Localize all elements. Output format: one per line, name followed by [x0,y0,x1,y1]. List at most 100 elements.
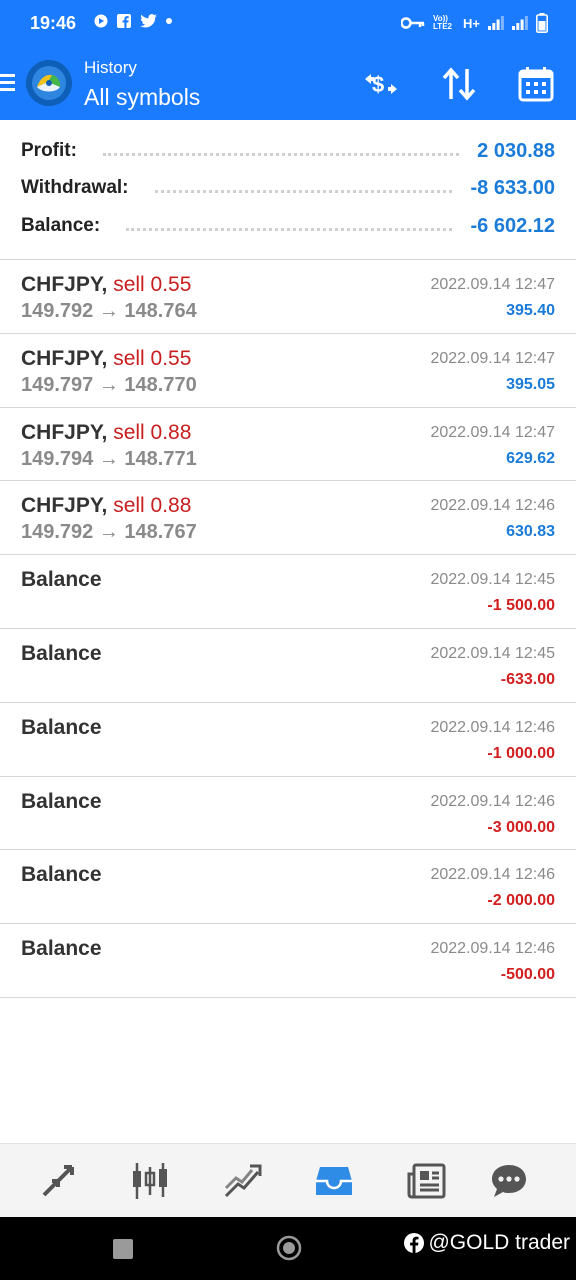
balance-item-label: Balance [21,641,102,665]
nav-history[interactable] [310,1158,358,1204]
deal-prices: 149.794 → 148.771 [21,447,197,470]
balance-item-label: Balance [21,715,102,739]
home-icon[interactable] [276,1235,302,1261]
facebook-icon [117,14,131,28]
balance-item[interactable]: Balance 2022.09.14 12:46 -3 000.00 [0,777,576,851]
lte-indicator: Vo)) LTE2 [433,14,452,31]
deal-prices: 149.792 → 148.764 [21,300,197,322]
deal-date: 2022.09.14 12:46 [430,497,555,515]
chart-icon [133,1163,167,1199]
nav-quotes[interactable] [34,1158,82,1204]
deal-prices: 149.792 → 148.767 [21,521,197,544]
deal-item[interactable]: CHFJPY, sell 0.55 149.797 → 148.770 2022… [0,334,576,408]
balance-item[interactable]: Balance 2022.09.14 12:45 -1 500.00 [0,555,576,629]
balance-item-date: 2022.09.14 12:46 [430,718,555,736]
balance-item[interactable]: Balance 2022.09.14 12:46 -1 000.00 [0,703,576,777]
deal-profit: 630.83 [506,523,555,541]
deal-action: sell 0.88 [113,420,192,444]
balance-item-label: Balance [21,863,102,887]
withdrawal-value: -8 633.00 [470,176,555,199]
history-list: CHFJPY, sell 0.55 149.792 → 148.764 2022… [0,260,576,998]
deal-action: sell 0.55 [113,273,192,296]
withdrawal-label: Withdrawal: [21,177,129,198]
quotes-icon [42,1165,74,1197]
chat-icon [492,1165,526,1197]
balance-label: Balance: [21,215,101,236]
notification-dot-icon [166,18,172,24]
profit-value: 2 030.88 [477,139,555,162]
nav-chart[interactable] [126,1158,174,1204]
deal-date: 2022.09.14 12:47 [430,276,555,293]
header-title[interactable]: All symbols [84,84,200,111]
symbol-name: CHFJPY, [21,420,108,444]
key-icon [401,17,425,29]
balance-item-amount: -633.00 [500,670,555,688]
battery-icon [536,13,548,33]
deal-item[interactable]: CHFJPY, sell 0.88 149.794 → 148.771 2022… [0,408,576,482]
facebook-icon [404,1233,425,1253]
balance-item-date: 2022.09.14 12:46 [430,940,555,958]
deal-symbol: CHFJPY, sell 0.55 [21,273,191,297]
system-icons: Vo)) LTE2 H+ [401,13,548,33]
symbol-name: CHFJPY, [21,346,108,370]
profit-row: Profit: 2 030.88 [21,137,555,165]
dotted-leader [154,183,453,193]
withdrawal-row: Withdrawal: -8 633.00 [21,174,555,202]
watermark: @GOLD trader [404,1231,570,1255]
deal-symbol: CHFJPY, sell 0.55 [21,347,191,371]
dotted-leader [126,221,453,231]
deal-action: sell 0.55 [113,346,192,370]
network-type: H+ [463,15,480,31]
media-icon [94,14,108,28]
balance-item-date: 2022.09.14 12:46 [430,792,555,810]
balance-item-date: 2022.09.14 12:46 [430,866,555,884]
signal-icon [488,16,504,30]
nav-trade[interactable] [218,1158,266,1204]
status-bar: 19:46 Vo)) LTE2 H+ [0,0,576,48]
balance-item[interactable]: Balance 2022.09.14 12:45 -633.00 [0,629,576,703]
balance-item-amount: -2 000.00 [487,892,555,910]
history-summary: Profit: 2 030.88 Withdrawal: -8 633.00 B… [0,120,576,260]
sort-button[interactable] [437,62,481,106]
status-time: 19:46 [30,13,77,33]
deal-item[interactable]: CHFJPY, sell 0.55 149.792 → 148.764 2022… [0,260,576,334]
deal-item[interactable]: CHFJPY, sell 0.88 149.792 → 148.767 2022… [0,481,576,556]
header-subtitle: History [84,58,137,77]
balance-item-amount: -1 500.00 [487,597,555,615]
deal-profit: 395.05 [506,375,555,393]
balance-item-label: Balance [21,789,102,813]
deal-action: sell 0.88 [113,494,192,518]
balance-item-amount: -500.00 [500,966,555,984]
recents-icon[interactable] [113,1239,133,1259]
symbol-name: CHFJPY, [21,273,108,296]
metatrader-logo-icon [26,60,72,106]
nav-news[interactable] [402,1158,450,1204]
currency-exchange-button[interactable]: $ [359,62,403,106]
balance-item[interactable]: Balance 2022.09.14 12:46 -2 000.00 [0,850,576,925]
app-logo [26,60,72,106]
svg-text:$: $ [372,72,384,97]
balance-item-date: 2022.09.14 12:45 [430,571,555,589]
balance-value: -6 602.12 [470,214,555,237]
currency-exchange-icon: $ [365,72,397,97]
calendar-icon [518,67,554,102]
balance-item-label: Balance [21,568,102,592]
deal-profit: 395.40 [506,302,555,319]
calendar-button[interactable] [514,62,558,106]
balance-item-date: 2022.09.14 12:45 [430,644,555,662]
balance-item-amount: -3 000.00 [487,818,555,836]
balance-item[interactable]: Balance 2022.09.14 12:46 -500.00 [0,924,576,998]
watermark-text: @GOLD trader [428,1231,570,1254]
profit-label: Profit: [21,140,77,161]
system-navigation-bar: @GOLD trader [0,1217,576,1280]
deal-date: 2022.09.14 12:47 [430,423,555,441]
signal-icon-2 [512,16,528,30]
symbol-name: CHFJPY, [21,494,108,518]
news-icon [407,1163,446,1199]
deal-date: 2022.09.14 12:47 [430,349,555,367]
app-bar: History All symbols $ [0,48,576,120]
bottom-navigation [0,1143,576,1217]
nav-chat[interactable] [485,1158,533,1204]
menu-icon[interactable] [0,70,18,94]
trade-icon [224,1164,262,1198]
